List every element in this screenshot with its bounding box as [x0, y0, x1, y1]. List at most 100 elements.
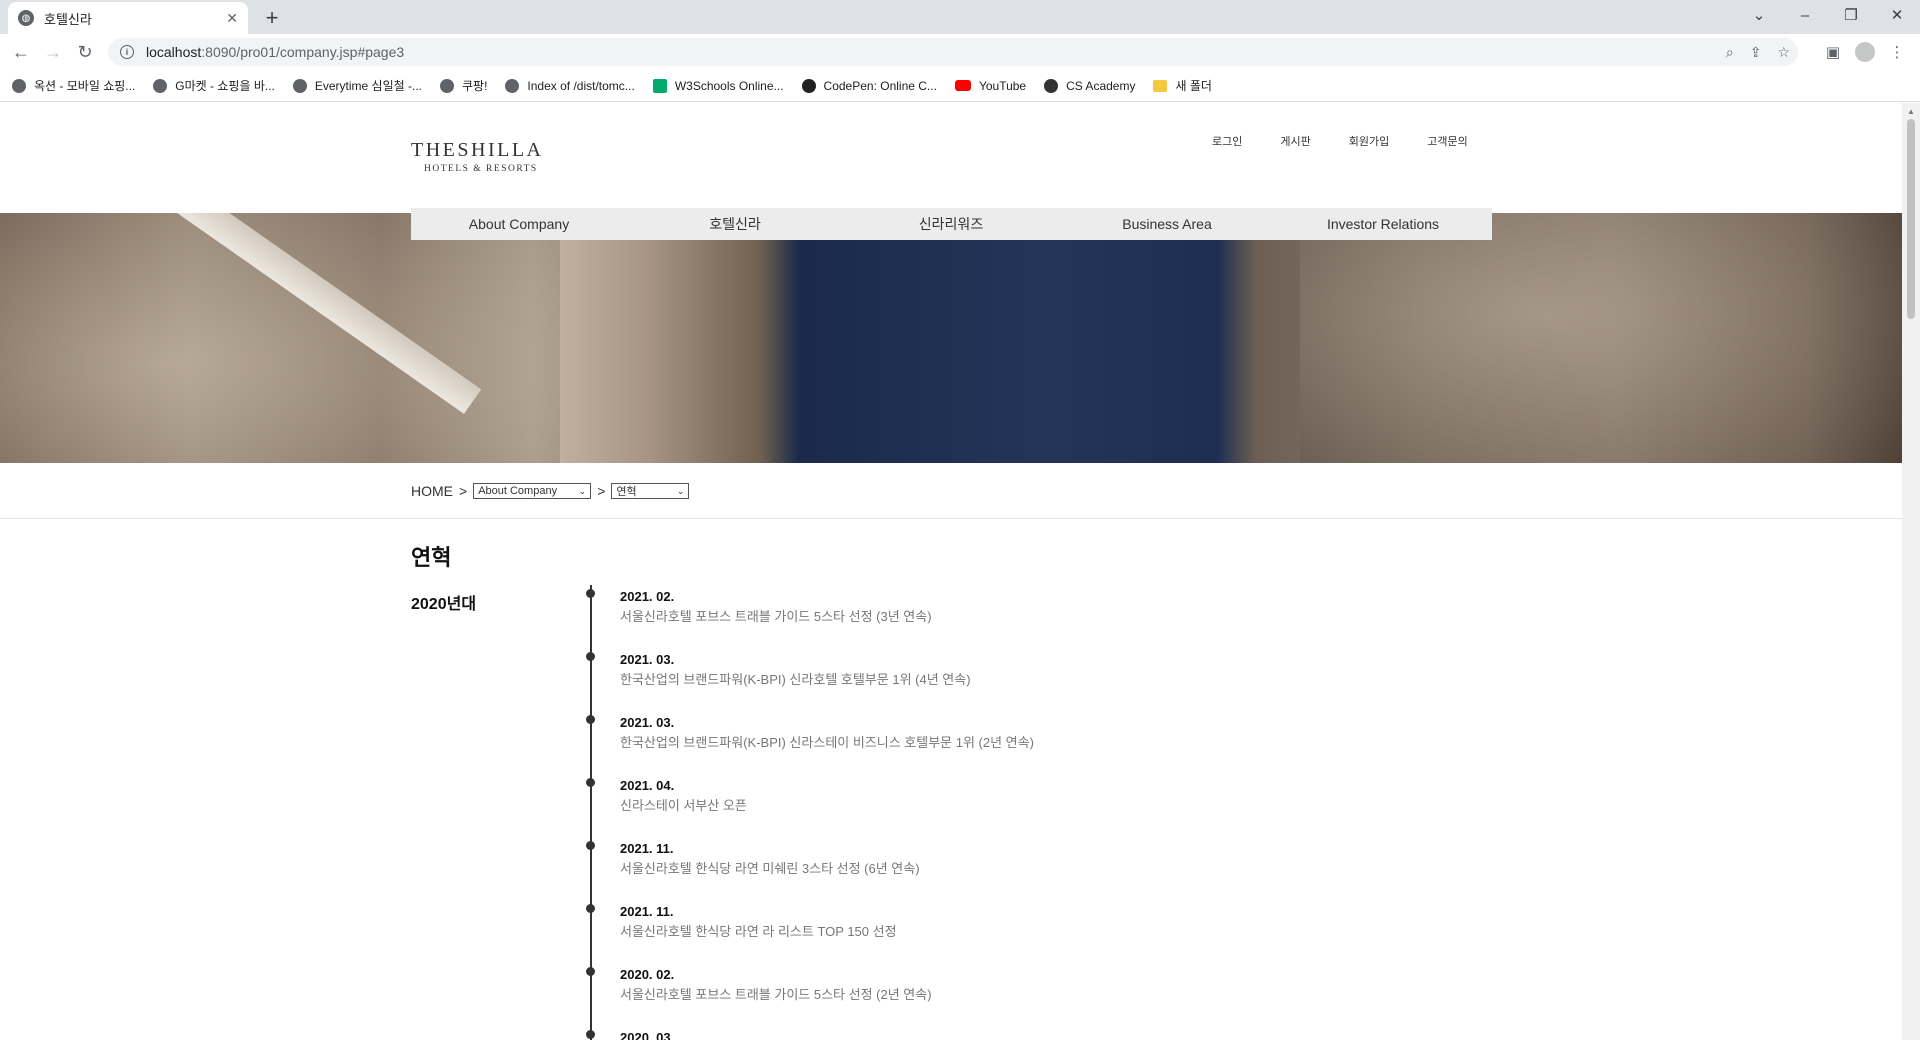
csacademy-icon	[1044, 78, 1059, 93]
history-date: 2021. 04.	[620, 778, 675, 793]
zoom-icon[interactable]: ⌕	[1726, 44, 1734, 61]
close-window-button[interactable]: ✕	[1874, 0, 1920, 30]
new-tab-button[interactable]: +	[258, 4, 286, 32]
bookmark-item[interactable]: 쿠팡!	[440, 77, 487, 94]
page-title: 연혁	[411, 545, 452, 570]
close-tab-icon[interactable]: ✕	[226, 10, 238, 27]
subpage-select-value: 연혁	[616, 486, 637, 498]
bookmark-item[interactable]: CS Academy	[1044, 78, 1136, 93]
minimize-button[interactable]: –	[1782, 0, 1828, 30]
chevron-down-icon: ⌄	[676, 485, 685, 496]
nav-business-area[interactable]: Business Area	[1059, 216, 1275, 232]
bookmark-item[interactable]: 새 폴더	[1153, 77, 1212, 94]
history-date: 2021. 11.	[620, 904, 674, 919]
contact-link[interactable]: 고객문의	[1427, 133, 1467, 149]
bookmark-item[interactable]: YouTube	[954, 79, 1026, 93]
bookmark-label: CS Academy	[1066, 78, 1136, 93]
nav-about-company[interactable]: About Company	[411, 216, 627, 232]
nav-hotel-shilla[interactable]: 호텔신라	[627, 214, 843, 234]
breadcrumb: HOME > About Company ⌄ > 연혁 ⌄	[411, 483, 695, 499]
codepen-icon	[801, 78, 816, 93]
history-description: 서울신라호텔 포브스 트래블 가이드 5스타 선정 (3년 연속)	[620, 609, 932, 624]
restore-button[interactable]: ❐	[1828, 0, 1874, 30]
back-button[interactable]: ←	[8, 39, 34, 65]
history-description: 서울신라호텔 한식당 라연 미쉐린 3스타 선정 (6년 연속)	[620, 861, 920, 876]
login-link[interactable]: 로그인	[1212, 133, 1242, 149]
scrollbar-thumb[interactable]	[1907, 119, 1915, 319]
timeline-dot	[586, 715, 595, 724]
reload-button[interactable]: ↻	[72, 39, 98, 65]
logo-sub-text: HOTELS & RESORTS	[424, 164, 538, 174]
bookmark-label: 쿠팡!	[462, 79, 488, 93]
globe-icon	[153, 78, 168, 93]
profile-button[interactable]	[1852, 39, 1878, 65]
bookmark-label: G마켓 - 쇼핑을 바...	[175, 79, 275, 93]
history-description: 서울신라호텔 한식당 라연 라 리스트 TOP 150 선정	[620, 924, 897, 939]
bookmark-item[interactable]: 옥션 - 모바일 쇼핑...	[12, 77, 135, 94]
forward-button[interactable]: →	[40, 39, 66, 65]
bookmark-label: 옥션 - 모바일 쇼핑...	[34, 79, 136, 93]
tab-title: 호텔신라	[44, 11, 92, 27]
avatar-icon	[1855, 42, 1875, 62]
timeline-dot	[586, 904, 595, 913]
address-bar[interactable]: i localhost:8090/pro01/company.jsp#page3…	[108, 38, 1798, 66]
history-date: 2021. 03.	[620, 652, 675, 667]
page-scrollbar[interactable]: ▲	[1902, 103, 1920, 1040]
globe-icon: ◍	[18, 10, 34, 26]
nav-investor-relations[interactable]: Investor Relations	[1275, 216, 1491, 232]
side-panel-icon[interactable]: ▣	[1820, 39, 1846, 65]
folder-icon	[1153, 79, 1168, 92]
bookmark-star-icon[interactable]: ☆	[1777, 44, 1790, 61]
timeline-dot	[586, 589, 595, 598]
browser-toolbar: ← → ↻ i localhost:8090/pro01/company.jsp…	[0, 34, 1920, 70]
scroll-up-icon[interactable]: ▲	[1907, 107, 1915, 116]
history-date: 2021. 11.	[620, 841, 674, 856]
timeline-dot	[586, 778, 595, 787]
category-select[interactable]: About Company ⌄	[473, 483, 592, 499]
category-select-value: About Company	[478, 485, 558, 497]
bookmark-item[interactable]: W3Schools Online...	[652, 78, 784, 93]
url-host: localhost	[146, 44, 202, 60]
globe-icon	[292, 78, 307, 93]
bookmark-item[interactable]: Index of /dist/tomc...	[505, 78, 635, 93]
bookmark-label: 새 폴더	[1175, 79, 1212, 93]
bookmark-item[interactable]: G마켓 - 쇼핑을 바...	[153, 77, 275, 94]
bookmark-item[interactable]: CodePen: Online C...	[801, 78, 937, 93]
bookmark-label: CodePen: Online C...	[823, 78, 937, 93]
share-icon[interactable]: ⇪	[1750, 44, 1762, 61]
subpage-select[interactable]: 연혁 ⌄	[611, 483, 690, 499]
breadcrumb-home[interactable]: HOME	[411, 483, 453, 499]
bookmark-label: W3Schools Online...	[674, 78, 784, 93]
history-date: 2021. 02.	[620, 589, 675, 604]
history-description: 신라스테이 서부산 오픈	[620, 798, 747, 813]
timeline-dot	[586, 967, 595, 976]
timeline-dot	[586, 652, 595, 661]
site-info-icon[interactable]: i	[120, 45, 134, 59]
nav-shilla-rewards[interactable]: 신라리워즈	[843, 214, 1059, 234]
hero-banner-image	[0, 213, 1902, 463]
bookmark-item[interactable]: Everytime 심일철 -...	[292, 77, 422, 94]
history-date: 2020. 03.	[620, 1030, 675, 1040]
menu-dots-icon[interactable]: ⋮	[1884, 39, 1910, 65]
timeline-dot	[586, 841, 595, 850]
decade-heading: 2020년대	[411, 596, 477, 613]
history-description: 한국산업의 브랜드파워(K-BPI) 신라스테이 비즈니스 호텔부문 1위 (2…	[620, 735, 1034, 750]
w3schools-icon	[652, 78, 667, 93]
globe-icon	[505, 78, 520, 93]
browser-tab[interactable]: ◍ 호텔신라 ✕	[8, 2, 248, 34]
globe-icon	[440, 78, 454, 93]
chevron-down-icon: ⌄	[578, 485, 587, 496]
board-link[interactable]: 게시판	[1280, 133, 1310, 149]
site-logo[interactable]: THESHILLA HOTELS & RESORTS	[411, 139, 543, 174]
url-path: :8090/pro01/company.jsp#page3	[201, 44, 405, 60]
history-description: 서울신라호텔 포브스 트래블 가이드 5스타 선정 (2년 연속)	[620, 987, 932, 1002]
main-navigation: About Company 호텔신라 신라리워즈 Business Area I…	[411, 208, 1492, 240]
signup-link[interactable]: 회원가입	[1349, 133, 1389, 149]
hero-right-wall	[1300, 213, 1902, 463]
history-date: 2020. 02.	[620, 967, 675, 982]
logo-main-text: THESHILLA	[411, 139, 544, 161]
history-description: 한국산업의 브랜드파워(K-BPI) 신라호텔 호텔부문 1위 (4년 연속)	[620, 672, 971, 687]
browser-tab-strip: ◍ 호텔신라 ✕ + ⌄ – ❐ ✕	[0, 0, 1920, 34]
tab-search-icon[interactable]: ⌄	[1736, 0, 1782, 30]
bookmark-label: Everytime 심일철 -...	[314, 79, 422, 93]
